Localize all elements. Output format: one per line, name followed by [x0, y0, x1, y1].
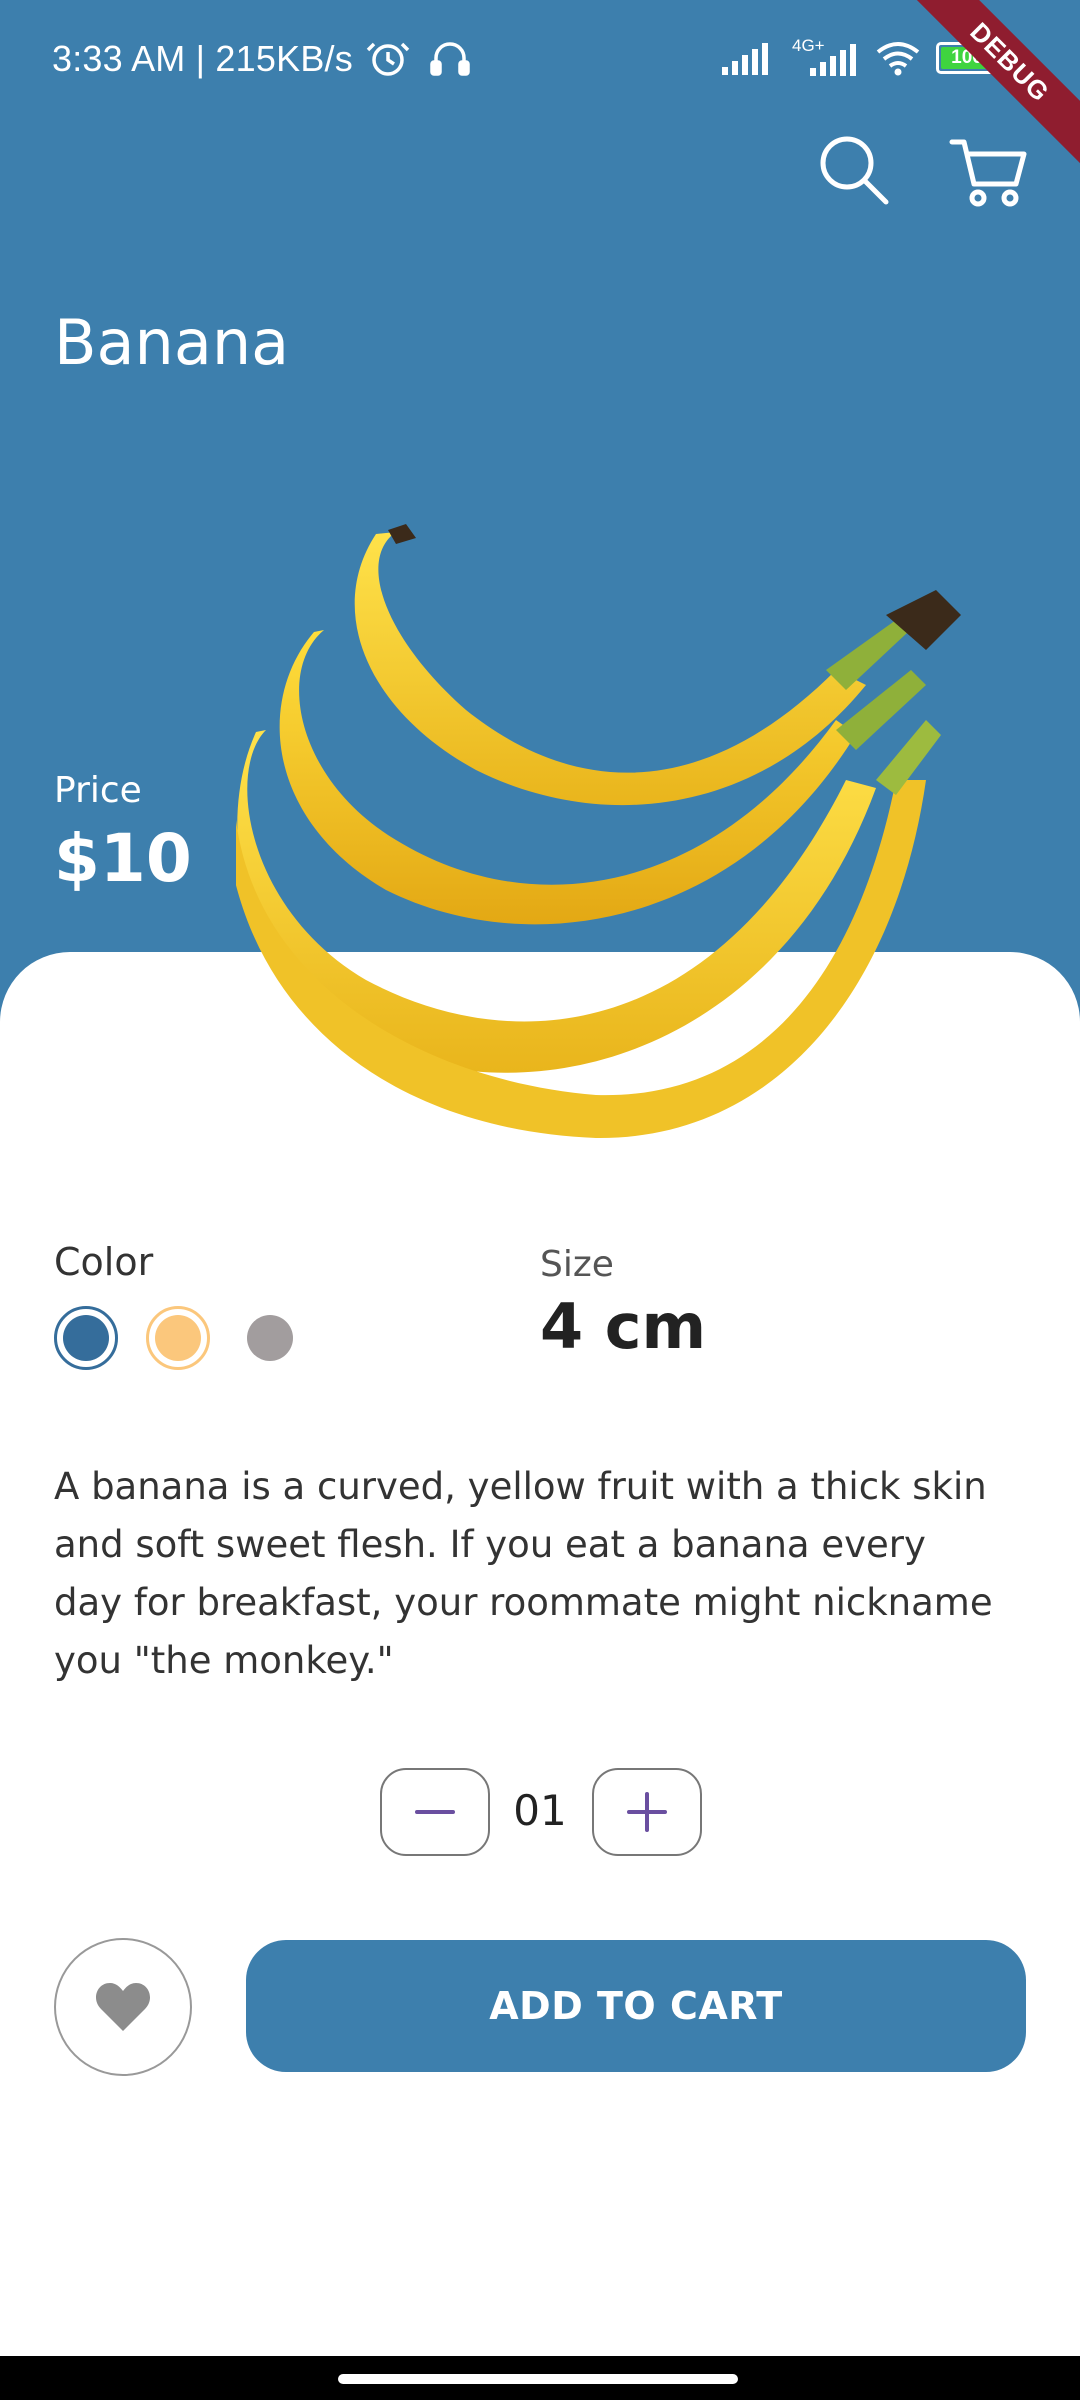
cart-icon[interactable] — [948, 130, 1028, 210]
status-bar: 3:33 AM | 215KB/s 4G+ 100 DEBUG — [0, 0, 1080, 177]
home-indicator[interactable] — [338, 2374, 738, 2384]
size-value: 4 cm — [540, 1290, 707, 1363]
color-swatch[interactable] — [146, 1306, 210, 1370]
color-swatch-dot — [63, 1315, 109, 1361]
wifi-icon — [876, 42, 920, 76]
product-description: A banana is a curved, yellow fruit with … — [54, 1465, 993, 1682]
quantity-value: 01 — [513, 1786, 567, 1835]
price-label: Price — [54, 770, 142, 811]
banana-image — [236, 524, 961, 1139]
status-time: 3:33 AM | 215KB/s — [52, 38, 353, 79]
status-icons — [366, 42, 470, 76]
headphones-icon — [430, 42, 470, 76]
signal-icon-2 — [810, 44, 856, 76]
quantity-decrement-button[interactable] — [380, 1768, 490, 1856]
color-swatch-dot — [155, 1315, 201, 1361]
plus-icon — [627, 1792, 667, 1832]
color-swatch[interactable] — [54, 1306, 118, 1370]
alarm-icon — [366, 42, 410, 76]
color-swatches — [54, 1306, 302, 1370]
product-title: Banana — [54, 306, 290, 379]
size-label: Size — [540, 1244, 614, 1285]
color-label: Color — [54, 1240, 154, 1284]
quantity-increment-button[interactable] — [592, 1768, 702, 1856]
favorite-button[interactable] — [54, 1938, 192, 2076]
color-swatch[interactable] — [238, 1306, 302, 1370]
search-icon[interactable] — [814, 130, 894, 210]
status-right: 4G+ 100 — [722, 36, 998, 78]
minus-icon — [415, 1810, 455, 1814]
price-value: $10 — [54, 820, 192, 897]
add-to-cart-button[interactable]: ADD TO CART — [246, 1940, 1026, 2072]
color-swatch-dot — [247, 1315, 293, 1361]
heart-icon — [95, 1983, 151, 2031]
signal-icon — [722, 43, 768, 75]
network-type: 4G+ — [788, 36, 860, 78]
